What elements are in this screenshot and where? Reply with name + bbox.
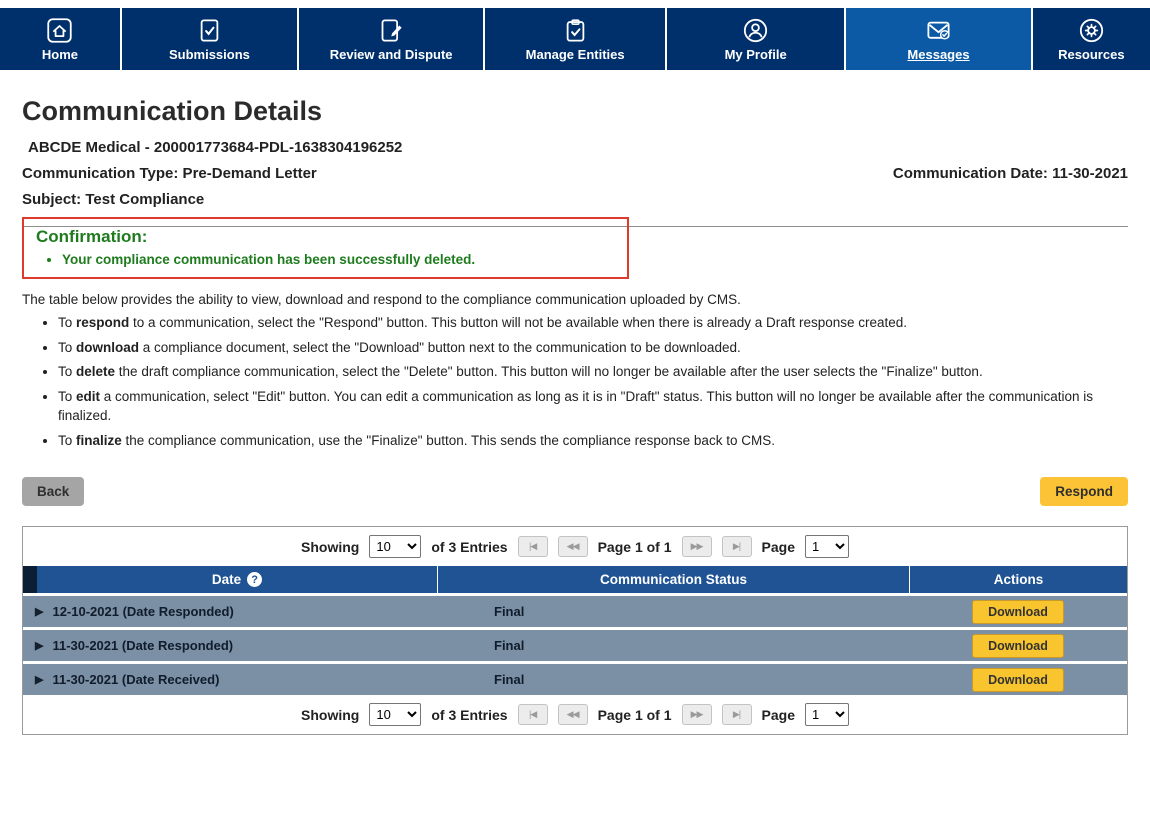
prev-page-button[interactable]: ◀◀ bbox=[558, 704, 588, 725]
showing-label: Showing bbox=[301, 707, 359, 723]
nav-item-home[interactable]: Home bbox=[0, 8, 122, 70]
nav-label-home: Home bbox=[42, 47, 78, 62]
prev-page-button[interactable]: ◀◀ bbox=[558, 536, 588, 557]
last-page-button[interactable]: ▶| bbox=[722, 536, 752, 557]
page-info: Page 1 of 1 bbox=[598, 707, 672, 723]
row-date: 11-30-2021 (Date Received) bbox=[52, 672, 219, 687]
manage-entities-icon bbox=[562, 17, 589, 44]
instruction-item: To edit a communication, select "Edit" b… bbox=[58, 387, 1123, 426]
nav-label-resources: Resources bbox=[1058, 47, 1124, 62]
table-row: ▶ 11-30-2021 (Date Responded) Final Downloa… bbox=[23, 630, 1127, 661]
nav-item-submissions[interactable]: Submissions bbox=[122, 8, 299, 70]
instruction-item: To respond to a communication, select th… bbox=[58, 313, 1123, 333]
entries-label: of 3 Entries bbox=[431, 539, 507, 555]
nav-item-review-dispute[interactable]: Review and Dispute bbox=[299, 8, 485, 70]
nav-label-messages: Messages bbox=[907, 47, 969, 62]
pagination-bottom: Showing 10 of 3 Entries |◀ ◀◀ Page 1 of … bbox=[23, 695, 1127, 734]
row-expander-icon[interactable]: ▶ bbox=[35, 639, 43, 652]
row-status: Final bbox=[437, 604, 909, 619]
page-title: Communication Details bbox=[22, 96, 1128, 127]
confirmation-heading: Confirmation: bbox=[36, 227, 615, 247]
download-button[interactable]: Download bbox=[972, 634, 1064, 658]
nav-item-my-profile[interactable]: My Profile bbox=[667, 8, 846, 70]
nav-label-review-dispute: Review and Dispute bbox=[330, 47, 453, 62]
back-button[interactable]: Back bbox=[22, 477, 84, 506]
communication-type: Communication Type: Pre-Demand Letter bbox=[22, 165, 317, 182]
communication-meta: Communication Type: Pre-Demand Letter Co… bbox=[22, 165, 1128, 182]
review-dispute-icon bbox=[378, 17, 405, 44]
nav-label-submissions: Submissions bbox=[169, 47, 250, 62]
column-header-status: Communication Status bbox=[437, 566, 909, 593]
subject-line: Subject: Test Compliance bbox=[22, 191, 1128, 208]
first-page-button[interactable]: |◀ bbox=[518, 704, 548, 725]
column-header-date: Date ? bbox=[37, 566, 437, 593]
respond-button[interactable]: Respond bbox=[1040, 477, 1128, 506]
communication-date: Communication Date: 11-30-2021 bbox=[893, 165, 1128, 182]
entity-line: ABCDE Medical - 200001773684-PDL-1638304… bbox=[22, 139, 1128, 156]
instruction-item: To finalize the compliance communication… bbox=[58, 431, 1123, 451]
confirmation-box: Confirmation: Your compliance communicat… bbox=[22, 217, 629, 279]
page-size-select[interactable]: 10 bbox=[369, 535, 421, 558]
instruction-list: To respond to a communication, select th… bbox=[58, 313, 1128, 450]
page-info: Page 1 of 1 bbox=[598, 539, 672, 555]
nav-label-my-profile: My Profile bbox=[725, 47, 787, 62]
pagination-top: Showing 10 of 3 Entries |◀ ◀◀ Page 1 of … bbox=[23, 527, 1127, 566]
row-expander-icon[interactable]: ▶ bbox=[35, 605, 43, 618]
nav-label-manage-entities: Manage Entities bbox=[526, 47, 625, 62]
row-date: 12-10-2021 (Date Responded) bbox=[52, 604, 233, 619]
instruction-item: To download a compliance document, selec… bbox=[58, 338, 1123, 358]
page-label: Page bbox=[762, 707, 795, 723]
page-select[interactable]: 1 bbox=[805, 703, 849, 726]
instructions-intro: The table below provides the ability to … bbox=[22, 292, 1128, 307]
submissions-icon bbox=[196, 17, 223, 44]
entries-label: of 3 Entries bbox=[431, 707, 507, 723]
column-header-actions: Actions bbox=[909, 566, 1127, 593]
row-status: Final bbox=[437, 672, 909, 687]
table-row: ▶ 11-30-2021 (Date Received) Final Download bbox=[23, 664, 1127, 695]
row-status: Final bbox=[437, 638, 909, 653]
table-rows: ▶ 12-10-2021 (Date Responded) Final Downloa… bbox=[23, 596, 1127, 695]
table-row: ▶ 12-10-2021 (Date Responded) Final Downloa… bbox=[23, 596, 1127, 627]
page-label: Page bbox=[762, 539, 795, 555]
nav-item-resources[interactable]: Resources bbox=[1033, 8, 1150, 70]
row-expander-icon[interactable]: ▶ bbox=[35, 673, 43, 686]
top-nav: Home Submissions Review and Dispute Mana… bbox=[0, 8, 1150, 70]
download-button[interactable]: Download bbox=[972, 600, 1064, 624]
home-icon bbox=[46, 17, 73, 44]
confirmation-message: Your compliance communication has been s… bbox=[62, 252, 615, 267]
communications-table: Showing 10 of 3 Entries |◀ ◀◀ Page 1 of … bbox=[22, 526, 1128, 735]
profile-icon bbox=[742, 17, 769, 44]
nav-item-manage-entities[interactable]: Manage Entities bbox=[485, 8, 667, 70]
next-page-button[interactable]: ▶▶ bbox=[682, 536, 712, 557]
showing-label: Showing bbox=[301, 539, 359, 555]
messages-icon bbox=[925, 17, 952, 44]
instruction-item: To delete the draft compliance communica… bbox=[58, 362, 1123, 382]
nav-item-messages[interactable]: Messages bbox=[846, 8, 1032, 70]
action-button-row: Back Respond bbox=[22, 477, 1128, 506]
resources-icon bbox=[1078, 17, 1105, 44]
page-size-select[interactable]: 10 bbox=[369, 703, 421, 726]
main-content: Communication Details ABCDE Medical - 20… bbox=[0, 96, 1150, 735]
row-date: 11-30-2021 (Date Responded) bbox=[52, 638, 233, 653]
page-select[interactable]: 1 bbox=[805, 535, 849, 558]
next-page-button[interactable]: ▶▶ bbox=[682, 704, 712, 725]
last-page-button[interactable]: ▶| bbox=[722, 704, 752, 725]
date-header-label: Date bbox=[212, 572, 241, 587]
first-page-button[interactable]: |◀ bbox=[518, 536, 548, 557]
confirmation-list: Your compliance communication has been s… bbox=[62, 252, 615, 267]
expander-column-header bbox=[23, 566, 37, 593]
table-header: Date ? Communication Status Actions bbox=[23, 566, 1127, 593]
download-button[interactable]: Download bbox=[972, 668, 1064, 692]
help-icon[interactable]: ? bbox=[247, 572, 262, 587]
